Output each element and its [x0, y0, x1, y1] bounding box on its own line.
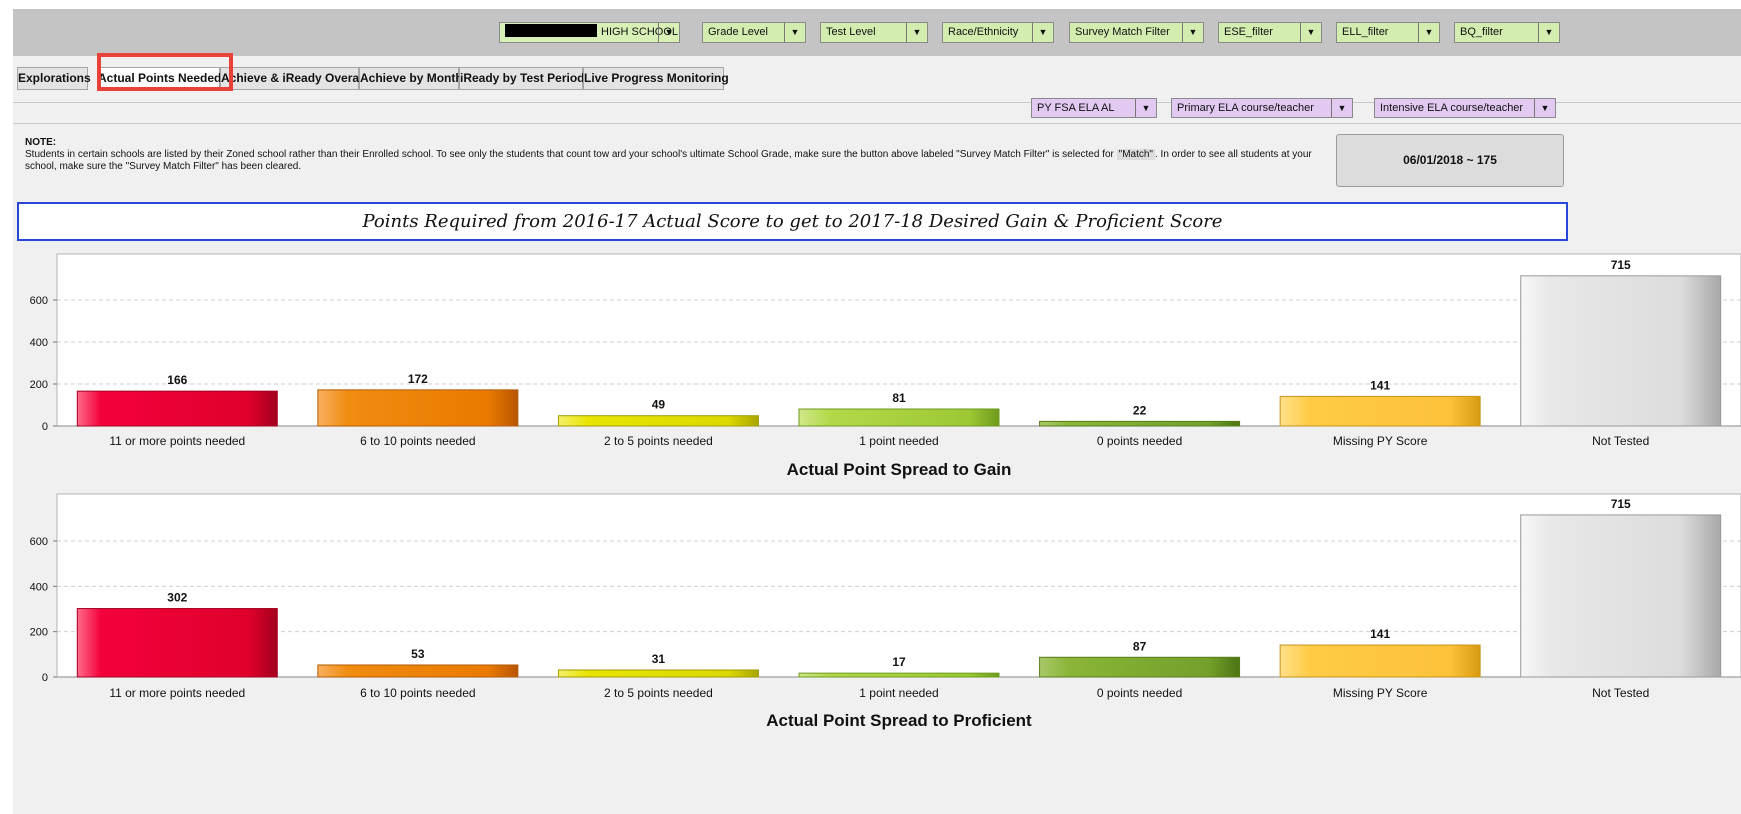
data-label: 22	[1133, 403, 1147, 417]
y-tick-label: 200	[30, 627, 48, 639]
bar[interactable]	[557, 415, 759, 427]
chart-title: Actual Point Spread to Proficient	[766, 711, 1032, 730]
y-tick-label: 0	[42, 672, 48, 684]
y-tick-label: 600	[30, 295, 48, 307]
bar[interactable]	[317, 389, 519, 427]
bar[interactable]	[317, 664, 519, 678]
data-label: 141	[1370, 627, 1390, 641]
y-tick-label: 400	[30, 581, 48, 593]
data-label: 141	[1370, 378, 1390, 392]
data-label: 87	[1133, 639, 1147, 653]
bar[interactable]	[798, 408, 1000, 427]
bar[interactable]	[1279, 644, 1481, 678]
x-tick-label: 6 to 10 points needed	[360, 686, 475, 700]
x-tick-label: Not Tested	[1592, 434, 1649, 448]
bar[interactable]	[1520, 275, 1722, 427]
data-label: 53	[411, 647, 425, 661]
data-label: 166	[167, 373, 187, 387]
dashboard-app: HIGH SCHOOL ▼ Grade Level ▼ Test Level ▼…	[13, 9, 1741, 814]
data-label: 172	[408, 372, 428, 386]
x-tick-label: Missing PY Score	[1333, 686, 1428, 700]
data-label: 49	[652, 398, 666, 412]
x-tick-label: Missing PY Score	[1333, 434, 1428, 448]
bar[interactable]	[1039, 420, 1241, 427]
x-tick-label: 1 point needed	[859, 686, 938, 700]
data-label: 715	[1611, 258, 1631, 272]
x-tick-label: Not Tested	[1592, 686, 1649, 700]
bar[interactable]	[76, 390, 278, 427]
x-tick-label: 2 to 5 points needed	[604, 686, 713, 700]
x-tick-label: 6 to 10 points needed	[360, 434, 475, 448]
y-tick-label: 0	[42, 421, 48, 433]
bar[interactable]	[1520, 514, 1722, 678]
x-tick-label: 1 point needed	[859, 434, 938, 448]
x-tick-label: 0 points needed	[1097, 686, 1182, 700]
chart-title: Actual Point Spread to Gain	[787, 460, 1012, 479]
x-tick-label: 0 points needed	[1097, 434, 1182, 448]
data-label: 31	[652, 652, 666, 666]
y-tick-label: 200	[30, 379, 48, 391]
x-tick-label: 2 to 5 points needed	[604, 434, 713, 448]
data-label: 715	[1611, 497, 1631, 511]
bar[interactable]	[557, 669, 759, 678]
bar[interactable]	[1279, 395, 1481, 427]
charts-area: 020040060016611 or more points needed172…	[30, 253, 1741, 730]
bar[interactable]	[798, 672, 1000, 678]
x-tick-label: 11 or more points needed	[109, 686, 245, 700]
x-tick-label: 11 or more points needed	[109, 434, 245, 448]
data-label: 302	[167, 591, 187, 605]
y-tick-label: 400	[30, 337, 48, 349]
y-tick-label: 600	[30, 536, 48, 548]
bar[interactable]	[1039, 656, 1241, 678]
bar[interactable]	[76, 608, 278, 678]
data-label: 17	[892, 655, 906, 669]
data-label: 81	[892, 391, 906, 405]
plot-area	[56, 493, 1741, 678]
